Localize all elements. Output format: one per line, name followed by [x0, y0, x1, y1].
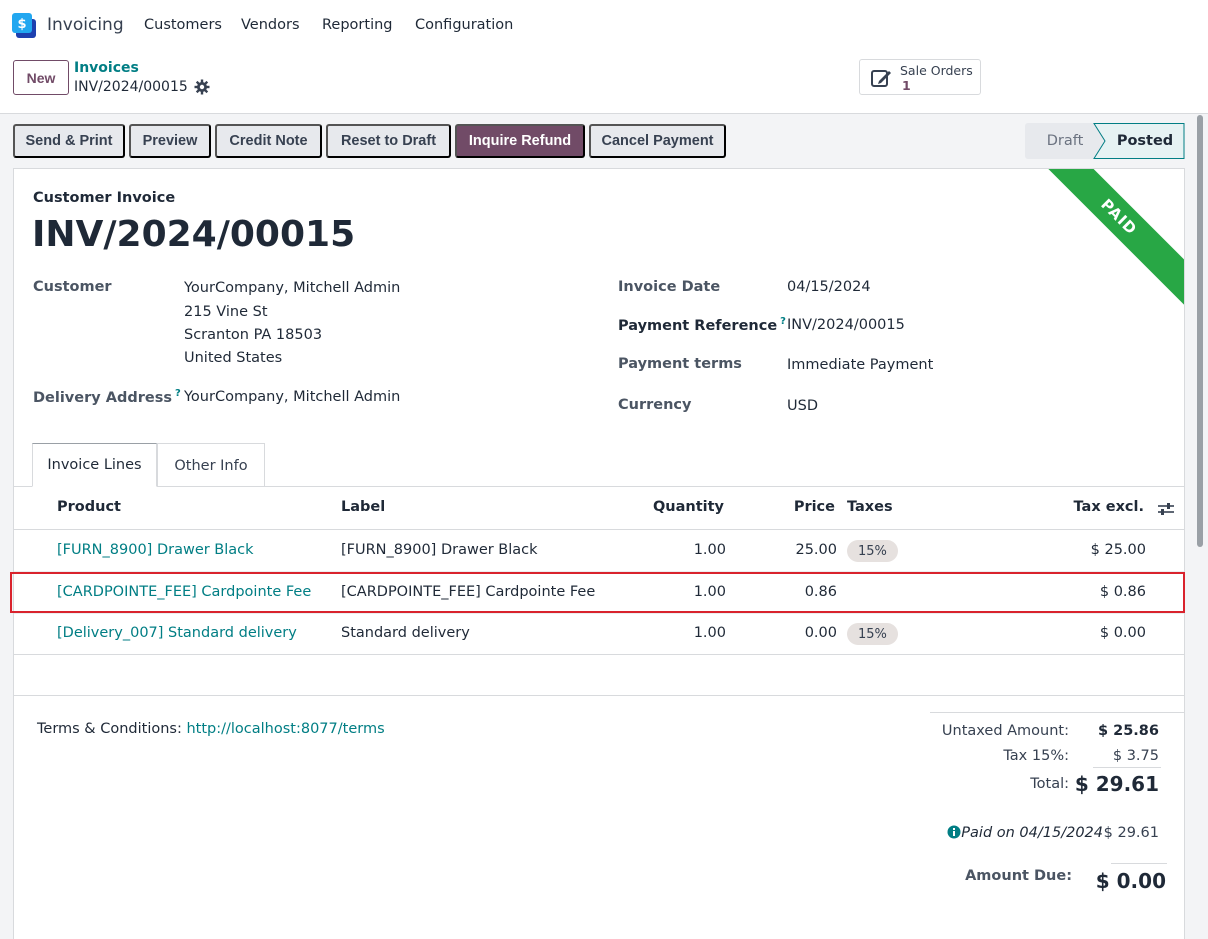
invoicing-app-icon[interactable]: $: [12, 13, 37, 38]
invoice-type: Customer Invoice: [33, 190, 176, 206]
line-price[interactable]: 0.86: [805, 584, 837, 600]
amount-due: $ 0.00: [1095, 869, 1166, 893]
breadcrumb-current: INV/2024/00015: [74, 79, 188, 95]
line-product[interactable]: [FURN_8900] Drawer Black: [57, 542, 254, 558]
app-name[interactable]: Invoicing: [47, 15, 124, 35]
smart-button-count: 1: [902, 78, 911, 93]
invoice-form-sheet: PAID Customer Invoice INV/2024/00015 Cus…: [13, 168, 1185, 939]
preview-button[interactable]: Preview: [129, 124, 211, 158]
terms-link[interactable]: http://localhost:8077/terms: [186, 721, 384, 737]
invoice-number: INV/2024/00015: [32, 214, 356, 255]
untaxed-amount: $ 25.86: [1097, 723, 1159, 739]
tax-badge[interactable]: 15%: [847, 623, 898, 645]
line-subtotal: $ 0.86: [1099, 584, 1146, 600]
tab-other-info[interactable]: Other Info: [157, 443, 265, 487]
line-quantity[interactable]: 1.00: [694, 584, 726, 600]
line-label[interactable]: Standard delivery: [341, 625, 470, 641]
address-line: Scranton PA 18503: [184, 327, 323, 343]
customer-label: Customer: [33, 279, 112, 295]
paid-on-label: Paid on 04/15/2024: [961, 825, 1103, 841]
menu-configuration[interactable]: Configuration: [415, 17, 513, 33]
amount-due-label: Amount Due:: [965, 868, 1072, 884]
line-price[interactable]: 0.00: [805, 625, 837, 641]
totals-divider: [930, 712, 1184, 713]
inquire-refund-button[interactable]: Inquire Refund: [455, 124, 585, 158]
tax-amount: $ 3.75: [1112, 748, 1159, 764]
menu-customers[interactable]: Customers: [144, 17, 222, 33]
address-line: United States: [184, 350, 283, 366]
line-label[interactable]: [CARDPOINTE_FEE] Cardpointe Fee: [341, 584, 595, 600]
credit-note-button[interactable]: Credit Note: [215, 124, 322, 158]
top-navbar: $ Invoicing Customers Vendors Reporting …: [0, 0, 1208, 52]
untaxed-label: Untaxed Amount:: [941, 723, 1069, 739]
col-quantity[interactable]: Quantity: [653, 499, 724, 515]
invoice-date-label: Invoice Date: [618, 279, 721, 295]
menu-vendors[interactable]: Vendors: [241, 17, 300, 33]
tax-badge[interactable]: 15%: [847, 540, 898, 562]
gear-icon[interactable]: [194, 79, 210, 95]
customer-link[interactable]: YourCompany, Mitchell Admin: [184, 280, 400, 296]
line-subtotal: $ 25.00: [1090, 542, 1146, 558]
send-print-button[interactable]: Send & Print: [13, 124, 125, 158]
paid-ribbon: PAID: [1019, 169, 1184, 317]
table-row[interactable]: [Delivery_007] Standard delivery Standar…: [14, 614, 1184, 655]
reset-to-draft-button[interactable]: Reset to Draft: [326, 124, 451, 158]
col-tax-excl[interactable]: Tax excl.: [1074, 499, 1144, 515]
line-subtotal: $ 0.00: [1099, 625, 1146, 641]
line-price[interactable]: 25.00: [795, 542, 837, 558]
header-divider: [14, 529, 1184, 530]
currency-label: Currency: [618, 397, 692, 413]
new-button[interactable]: New: [13, 60, 69, 95]
tax-label: Tax 15%:: [1003, 748, 1069, 764]
line-product[interactable]: [Delivery_007] Standard delivery: [57, 625, 297, 641]
help-tooltip-icon[interactable]: ?: [780, 316, 786, 327]
line-quantity[interactable]: 1.00: [694, 625, 726, 641]
status-bar: Draft Posted: [1025, 123, 1185, 159]
tab-invoice-lines[interactable]: Invoice Lines: [32, 443, 157, 487]
payment-terms-link[interactable]: Immediate Payment: [787, 357, 933, 373]
col-price[interactable]: Price: [794, 499, 835, 515]
terms-label: Terms & Conditions:: [37, 721, 182, 737]
col-product[interactable]: Product: [57, 499, 121, 515]
line-quantity[interactable]: 1.00: [694, 542, 726, 558]
control-panel: New Invoices INV/2024/00015 Sale Orders …: [0, 52, 1208, 114]
payment-terms-label: Payment terms: [618, 356, 742, 372]
table-row[interactable]: [CARDPOINTE_FEE] Cardpointe Fee [CARDPOI…: [14, 573, 1184, 614]
breadcrumb-invoices[interactable]: Invoices: [74, 60, 139, 76]
delivery-address-link[interactable]: YourCompany, Mitchell Admin: [184, 389, 400, 405]
table-row[interactable]: [FURN_8900] Drawer Black [FURN_8900] Dra…: [14, 531, 1184, 572]
address-line: 215 Vine St: [184, 304, 268, 320]
help-tooltip-icon[interactable]: ?: [175, 388, 181, 399]
col-label[interactable]: Label: [341, 499, 385, 515]
payment-reference-label: Payment Reference?: [618, 316, 786, 334]
lines-footer-divider: [14, 695, 1184, 696]
info-icon[interactable]: [947, 825, 961, 839]
total-amount: $ 29.61: [1074, 772, 1159, 796]
payment-reference-field[interactable]: INV/2024/00015: [787, 317, 905, 333]
sale-orders-smart-button[interactable]: Sale Orders 1: [859, 59, 981, 95]
currency-link[interactable]: USD: [787, 398, 818, 414]
menu-reporting[interactable]: Reporting: [322, 17, 393, 33]
line-product[interactable]: [CARDPOINTE_FEE] Cardpointe Fee: [57, 584, 311, 600]
due-divider: [1111, 863, 1167, 864]
col-taxes[interactable]: Taxes: [847, 499, 893, 515]
pencil-square-icon: [871, 70, 891, 87]
terms-conditions: Terms & Conditions: http://localhost:807…: [37, 721, 385, 737]
total-divider: [1093, 767, 1161, 768]
paid-amount: $ 29.61: [1103, 825, 1159, 841]
status-posted[interactable]: Posted: [1095, 123, 1185, 159]
total-label: Total:: [1030, 776, 1069, 792]
line-label[interactable]: [FURN_8900] Drawer Black: [341, 542, 538, 558]
scrollbar[interactable]: [1197, 115, 1203, 547]
cancel-payment-button[interactable]: Cancel Payment: [589, 124, 726, 158]
invoice-date-field[interactable]: 04/15/2024: [787, 279, 871, 295]
column-settings-icon[interactable]: [1157, 501, 1175, 517]
svg-text:$: $: [17, 17, 26, 32]
delivery-address-label: Delivery Address?: [33, 388, 181, 406]
smart-button-label: Sale Orders: [900, 63, 973, 78]
